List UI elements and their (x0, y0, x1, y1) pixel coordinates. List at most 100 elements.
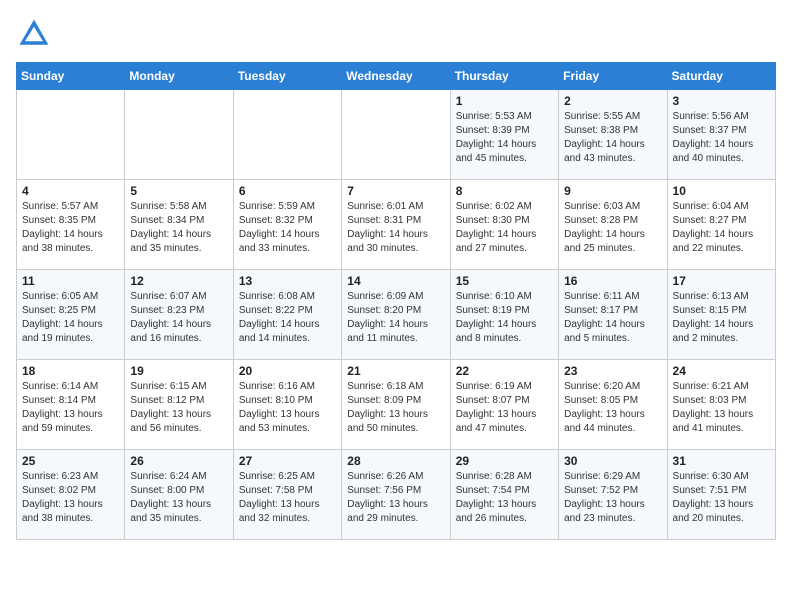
day-info: Sunrise: 5:58 AMSunset: 8:34 PMDaylight:… (130, 200, 227, 256)
day-number: 6 (239, 184, 336, 198)
day-number: 11 (22, 274, 119, 288)
day-info: Sunrise: 6:10 AMSunset: 8:19 PMDaylight:… (456, 290, 553, 346)
calendar-cell: 24 Sunrise: 6:21 AMSunset: 8:03 PMDayligh… (667, 360, 775, 450)
day-number: 27 (239, 454, 336, 468)
day-info: Sunrise: 6:09 AMSunset: 8:20 PMDaylight:… (347, 290, 444, 346)
day-info: Sunrise: 6:16 AMSunset: 8:10 PMDaylight:… (239, 380, 336, 436)
calendar-cell: 1Sunrise: 5:53 AMSunset: 8:39 PMDaylight… (450, 90, 558, 180)
calendar-cell: 9Sunrise: 6:03 AMSunset: 8:28 PMDaylight… (559, 180, 667, 270)
page-header (16, 16, 776, 52)
calendar-table: SundayMondayTuesdayWednesdayThursdayFrid… (16, 62, 776, 540)
day-info: Sunrise: 6:23 AMSunset: 8:02 PMDaylight:… (22, 470, 119, 526)
day-number: 15 (456, 274, 553, 288)
calendar-cell: 26Sunrise: 6:24 AMSunset: 8:00 PMDayligh… (125, 450, 233, 540)
calendar-cell: 30Sunrise: 6:29 AMSunset: 7:52 PMDayligh… (559, 450, 667, 540)
weekday-header-wednesday: Wednesday (342, 63, 450, 90)
day-info: Sunrise: 6:08 AMSunset: 8:22 PMDaylight:… (239, 290, 336, 346)
day-info: Sunrise: 6:20 AMSunset: 8:05 PMDaylight:… (564, 380, 661, 436)
day-number: 10 (673, 184, 770, 198)
day-number: 4 (22, 184, 119, 198)
day-info: Sunrise: 6:21 AMSunset: 8:03 PMDaylight:… (673, 380, 770, 436)
calendar-cell: 4 Sunrise: 5:57 AMSunset: 8:35 PMDaylight… (17, 180, 125, 270)
day-info: Sunrise: 6:05 AMSunset: 8:25 PMDaylight:… (22, 290, 119, 346)
day-info: Sunrise: 6:25 AMSunset: 7:58 PMDaylight:… (239, 470, 336, 526)
calendar-cell: 20 Sunrise: 6:16 AMSunset: 8:10 PMDayligh… (233, 360, 341, 450)
day-info: Sunrise: 6:11 AMSunset: 8:17 PMDaylight:… (564, 290, 661, 346)
day-number: 14 (347, 274, 444, 288)
weekday-header-thursday: Thursday (450, 63, 558, 90)
calendar-cell: 21 Sunrise: 6:18 AMSunset: 8:09 PMDayligh… (342, 360, 450, 450)
calendar-cell: 3 Sunrise: 5:56 AMSunset: 8:37 PMDaylight… (667, 90, 775, 180)
day-number: 7 (347, 184, 444, 198)
day-info: Sunrise: 6:15 AMSunset: 8:12 PMDaylight:… (130, 380, 227, 436)
day-number: 17 (673, 274, 770, 288)
day-info: Sunrise: 6:18 AMSunset: 8:09 PMDaylight:… (347, 380, 444, 436)
calendar-week-row: 25Sunrise: 6:23 AMSunset: 8:02 PMDayligh… (17, 450, 776, 540)
calendar-cell: 25Sunrise: 6:23 AMSunset: 8:02 PMDayligh… (17, 450, 125, 540)
calendar-cell: 28Sunrise: 6:26 AMSunset: 7:56 PMDayligh… (342, 450, 450, 540)
calendar-cell: 7 Sunrise: 6:01 AMSunset: 8:31 PMDaylight… (342, 180, 450, 270)
day-info: Sunrise: 5:56 AMSunset: 8:37 PMDaylight:… (673, 110, 770, 166)
calendar-cell: 16 Sunrise: 6:11 AMSunset: 8:17 PMDayligh… (559, 270, 667, 360)
calendar-cell (342, 90, 450, 180)
calendar-cell: 22Sunrise: 6:19 AMSunset: 8:07 PMDayligh… (450, 360, 558, 450)
calendar-cell: 31 Sunrise: 6:30 AMSunset: 7:51 PMDayligh… (667, 450, 775, 540)
day-info: Sunrise: 5:59 AMSunset: 8:32 PMDaylight:… (239, 200, 336, 256)
day-info: Sunrise: 6:19 AMSunset: 8:07 PMDaylight:… (456, 380, 553, 436)
day-info: Sunrise: 5:55 AMSunset: 8:38 PMDaylight:… (564, 110, 661, 166)
calendar-cell: 23 Sunrise: 6:20 AMSunset: 8:05 PMDayligh… (559, 360, 667, 450)
logo (16, 16, 56, 52)
day-number: 28 (347, 454, 444, 468)
day-number: 23 (564, 364, 661, 378)
day-info: Sunrise: 5:57 AMSunset: 8:35 PMDaylight:… (22, 200, 119, 256)
calendar-body: 1Sunrise: 5:53 AMSunset: 8:39 PMDaylight… (17, 90, 776, 540)
day-number: 8 (456, 184, 553, 198)
weekday-header-friday: Friday (559, 63, 667, 90)
day-number: 24 (673, 364, 770, 378)
calendar-cell: 11 Sunrise: 6:05 AMSunset: 8:25 PMDayligh… (17, 270, 125, 360)
day-info: Sunrise: 6:14 AMSunset: 8:14 PMDaylight:… (22, 380, 119, 436)
day-info: Sunrise: 6:07 AMSunset: 8:23 PMDaylight:… (130, 290, 227, 346)
calendar-header: SundayMondayTuesdayWednesdayThursdayFrid… (17, 63, 776, 90)
calendar-cell: 29 Sunrise: 6:28 AMSunset: 7:54 PMDayligh… (450, 450, 558, 540)
calendar-cell (233, 90, 341, 180)
calendar-cell: 2Sunrise: 5:55 AMSunset: 8:38 PMDaylight… (559, 90, 667, 180)
calendar-cell: 5 Sunrise: 5:58 AMSunset: 8:34 PMDaylight… (125, 180, 233, 270)
day-number: 13 (239, 274, 336, 288)
day-number: 18 (22, 364, 119, 378)
day-number: 3 (673, 94, 770, 108)
calendar-cell: 14 Sunrise: 6:09 AMSunset: 8:20 PMDayligh… (342, 270, 450, 360)
day-number: 12 (130, 274, 227, 288)
calendar-cell: 18 Sunrise: 6:14 AMSunset: 8:14 PMDayligh… (17, 360, 125, 450)
weekday-header-row: SundayMondayTuesdayWednesdayThursdayFrid… (17, 63, 776, 90)
day-info: Sunrise: 6:28 AMSunset: 7:54 PMDaylight:… (456, 470, 553, 526)
day-number: 9 (564, 184, 661, 198)
day-info: Sunrise: 6:29 AMSunset: 7:52 PMDaylight:… (564, 470, 661, 526)
logo-icon (16, 16, 52, 52)
calendar-cell: 19 Sunrise: 6:15 AMSunset: 8:12 PMDayligh… (125, 360, 233, 450)
weekday-header-tuesday: Tuesday (233, 63, 341, 90)
weekday-header-saturday: Saturday (667, 63, 775, 90)
calendar-cell: 8 Sunrise: 6:02 AMSunset: 8:30 PMDaylight… (450, 180, 558, 270)
day-info: Sunrise: 6:02 AMSunset: 8:30 PMDaylight:… (456, 200, 553, 256)
calendar-cell: 17 Sunrise: 6:13 AMSunset: 8:15 PMDayligh… (667, 270, 775, 360)
day-number: 29 (456, 454, 553, 468)
day-number: 16 (564, 274, 661, 288)
calendar-week-row: 11 Sunrise: 6:05 AMSunset: 8:25 PMDayligh… (17, 270, 776, 360)
calendar-cell (125, 90, 233, 180)
weekday-header-monday: Monday (125, 63, 233, 90)
day-info: Sunrise: 6:04 AMSunset: 8:27 PMDaylight:… (673, 200, 770, 256)
day-number: 5 (130, 184, 227, 198)
calendar-cell: 27 Sunrise: 6:25 AMSunset: 7:58 PMDayligh… (233, 450, 341, 540)
day-info: Sunrise: 6:01 AMSunset: 8:31 PMDaylight:… (347, 200, 444, 256)
weekday-header-sunday: Sunday (17, 63, 125, 90)
calendar-cell: 6 Sunrise: 5:59 AMSunset: 8:32 PMDaylight… (233, 180, 341, 270)
day-info: Sunrise: 6:30 AMSunset: 7:51 PMDaylight:… (673, 470, 770, 526)
day-number: 19 (130, 364, 227, 378)
day-info: Sunrise: 6:13 AMSunset: 8:15 PMDaylight:… (673, 290, 770, 346)
day-number: 21 (347, 364, 444, 378)
calendar-cell: 13 Sunrise: 6:08 AMSunset: 8:22 PMDayligh… (233, 270, 341, 360)
calendar-cell: 10 Sunrise: 6:04 AMSunset: 8:27 PMDayligh… (667, 180, 775, 270)
day-number: 20 (239, 364, 336, 378)
day-number: 31 (673, 454, 770, 468)
